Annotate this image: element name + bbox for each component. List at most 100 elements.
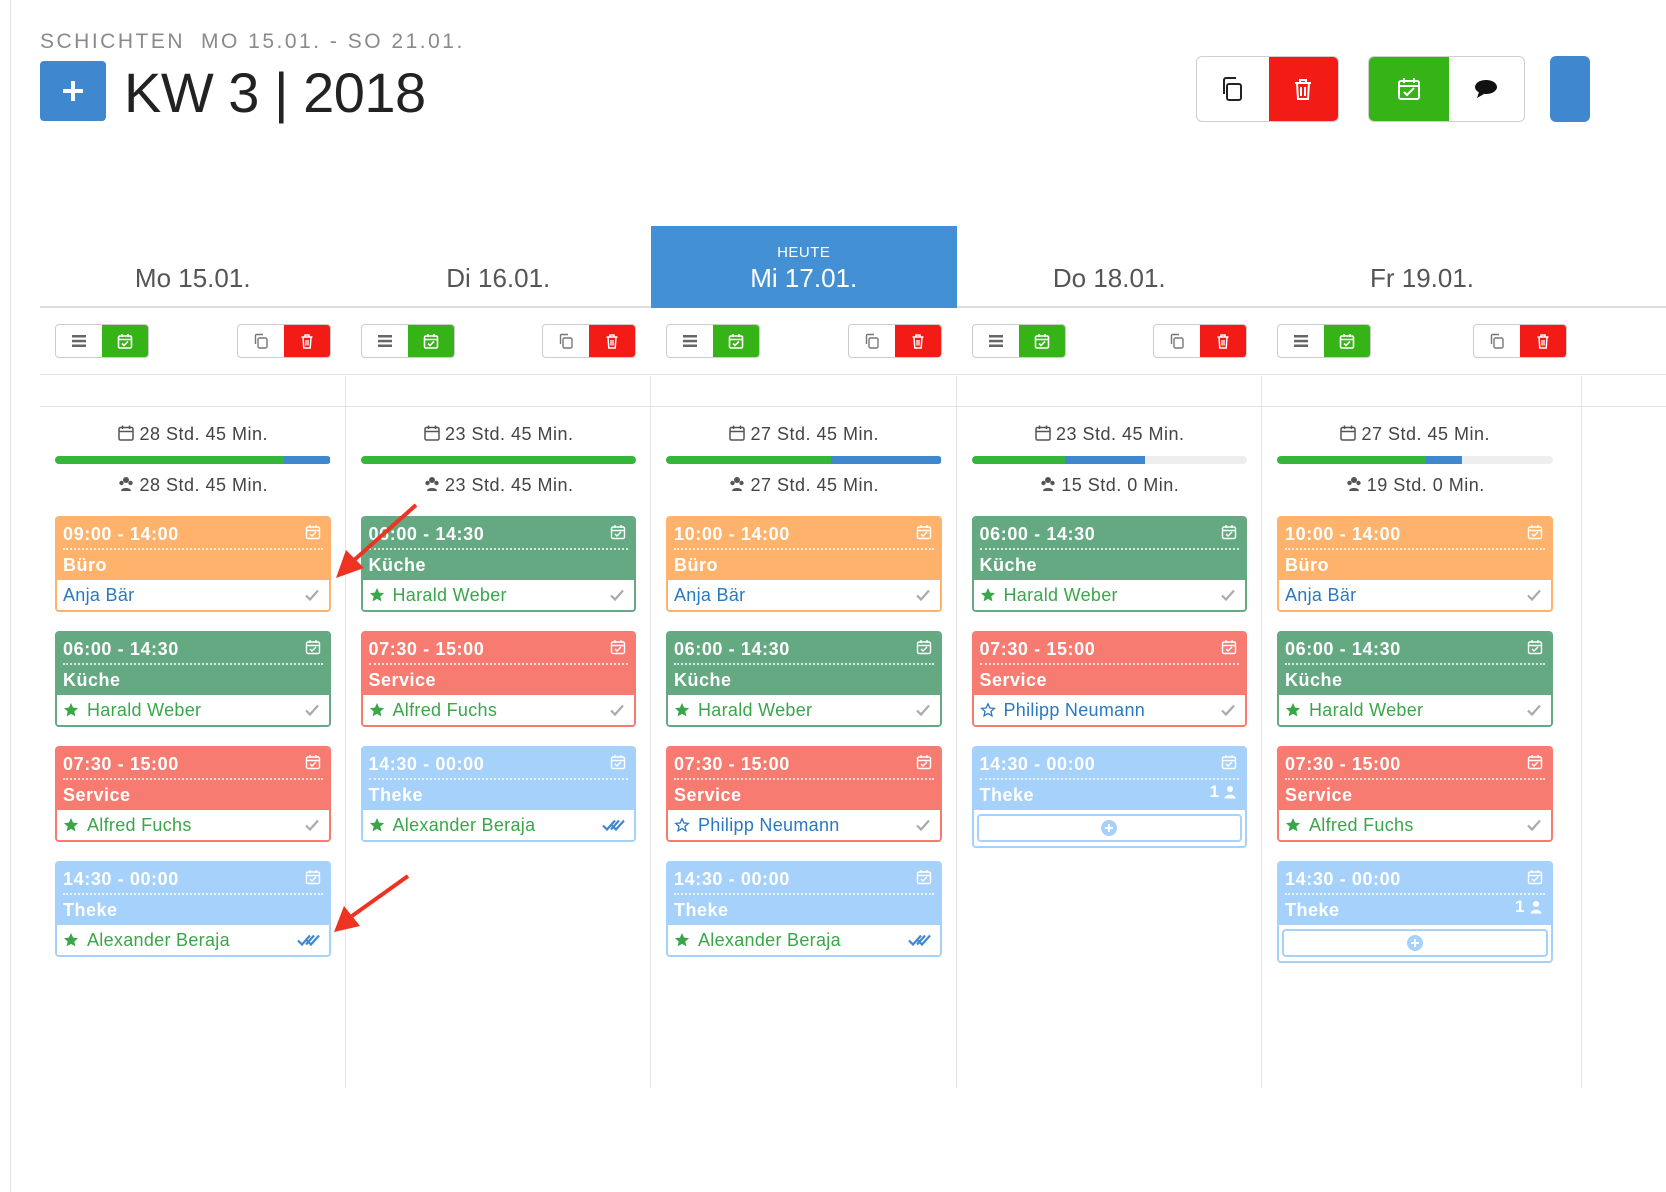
add-employee-button[interactable] [1282, 929, 1548, 957]
calendar-check-icon [1527, 525, 1542, 540]
delete-day-button[interactable] [1200, 325, 1246, 357]
copy-day-button[interactable] [1154, 325, 1200, 357]
delete-day-button[interactable] [894, 325, 941, 357]
shift-assignment[interactable]: Anja Bär [57, 580, 329, 610]
shift-assignment[interactable]: Alexander Beraja [57, 925, 329, 955]
shift-card[interactable]: 06:00 - 14:30 Küche Harald Weber [1277, 631, 1553, 727]
shift-assignment[interactable]: Harald Weber [668, 695, 940, 725]
week-grid: Mo 15.01. 28 Std. 45 Min. 28 Std. 45 Min. 0… [40, 226, 1666, 1088]
star-icon [63, 703, 79, 717]
list-view-button[interactable] [973, 325, 1019, 357]
employee-name[interactable]: Harald Weber [393, 585, 507, 606]
copy-day-button[interactable] [849, 325, 895, 357]
employee-name[interactable]: Harald Weber [1309, 700, 1423, 721]
star-icon [369, 703, 384, 717]
shift-assignment[interactable]: Alfred Fuchs [362, 695, 634, 725]
shift-card[interactable]: 14:30 - 00:00 Theke 1 [971, 746, 1247, 848]
list-view-button[interactable] [362, 325, 408, 357]
publish-day-button[interactable] [407, 325, 454, 357]
shift-assignment[interactable]: Philipp Neumann [973, 695, 1245, 725]
employee-name[interactable]: Philipp Neumann [698, 815, 840, 836]
star-icon [1285, 818, 1301, 832]
day-header[interactable]: HEUTE Mi 17.01. [651, 226, 957, 308]
employee-name[interactable]: Philipp Neumann [1004, 700, 1146, 721]
copy-week-button[interactable] [1197, 57, 1269, 121]
shift-assignment[interactable]: Harald Weber [973, 580, 1245, 610]
list-view-button[interactable] [56, 325, 102, 357]
check-icon [1526, 819, 1541, 832]
shift-card[interactable]: 14:30 - 00:00 Theke Alexander Beraja [360, 746, 636, 842]
shift-assignment[interactable]: Harald Weber [1279, 695, 1551, 725]
copy-day-button[interactable] [1474, 325, 1520, 357]
calendar-check-icon [305, 870, 320, 885]
publish-week-button[interactable] [1369, 57, 1449, 121]
employee-name[interactable]: Anja Bär [1285, 585, 1356, 606]
shift-card[interactable]: 07:30 - 15:00 Service Alfred Fuchs [360, 631, 636, 727]
plus-circle-icon [1101, 820, 1118, 836]
shift-assignment[interactable]: Alfred Fuchs [1279, 810, 1551, 840]
list-icon [377, 335, 392, 347]
shift-assignment[interactable]: Harald Weber [57, 695, 329, 725]
delete-day-button[interactable] [1520, 325, 1566, 357]
employee-name[interactable]: Harald Weber [1004, 585, 1118, 606]
shift-assignment[interactable]: Alfred Fuchs [57, 810, 329, 840]
publish-day-button[interactable] [713, 325, 759, 357]
shift-card[interactable]: 07:30 - 15:00 Service Philipp Neumann [666, 746, 942, 842]
shift-card[interactable]: 07:30 - 15:00 Service Philipp Neumann [971, 631, 1247, 727]
add-shift-button[interactable] [40, 61, 106, 121]
star-icon [369, 588, 384, 602]
shift-card[interactable]: 10:00 - 14:00 Büro Anja Bär [1277, 516, 1553, 612]
delete-day-button[interactable] [589, 325, 635, 357]
progress-assigned [1277, 456, 1426, 464]
shift-card[interactable]: 06:00 - 14:30 Küche Harald Weber [971, 516, 1247, 612]
shift-card[interactable]: 14:30 - 00:00 Theke 1 [1277, 861, 1553, 963]
publish-day-button[interactable] [1324, 325, 1370, 357]
day-header[interactable]: Di 16.01. [346, 226, 652, 308]
shift-card[interactable]: 10:00 - 14:00 Büro Anja Bär [666, 516, 942, 612]
check-icon [1526, 704, 1541, 717]
shift-assignment[interactable]: Anja Bär [1279, 580, 1551, 610]
day-header[interactable]: Fr 19.01. [1262, 226, 1582, 308]
list-view-button[interactable] [1278, 325, 1324, 357]
shift-card[interactable]: 14:30 - 00:00 Theke Alexander Beraja [666, 861, 942, 957]
day-header[interactable]: Mo 15.01. [40, 226, 346, 308]
shift-card[interactable]: 06:00 - 14:30 Küche Harald Weber [360, 516, 636, 612]
shift-header: 07:30 - 15:00 Service [668, 748, 940, 810]
delete-day-button[interactable] [283, 325, 330, 357]
delete-week-button[interactable] [1268, 57, 1338, 121]
employee-name[interactable]: Alfred Fuchs [87, 815, 192, 836]
check-icon [304, 704, 319, 717]
day-header[interactable]: Do 18.01. [957, 226, 1263, 308]
publish-day-button[interactable] [1018, 325, 1065, 357]
shift-card[interactable]: 14:30 - 00:00 Theke Alexander Beraja [55, 861, 331, 957]
shift-card[interactable]: 06:00 - 14:30 Küche Harald Weber [666, 631, 942, 727]
shift-card[interactable]: 09:00 - 14:00 Büro Anja Bär [55, 516, 331, 612]
comment-button[interactable] [1449, 57, 1524, 121]
employee-name[interactable]: Harald Weber [698, 700, 812, 721]
shift-card[interactable]: 07:30 - 15:00 Service Alfred Fuchs [1277, 746, 1553, 842]
copy-day-button[interactable] [543, 325, 589, 357]
employee-name[interactable]: Alexander Beraja [87, 930, 230, 951]
employee-name[interactable]: Alexander Beraja [393, 815, 536, 836]
employee-name[interactable]: Anja Bär [63, 585, 134, 606]
shift-header: 07:30 - 15:00 Service [1279, 748, 1551, 810]
employee-name[interactable]: Alfred Fuchs [1309, 815, 1414, 836]
shift-header: 06:00 - 14:30 Küche [1279, 633, 1551, 695]
shift-role: Service [1285, 785, 1353, 805]
shift-assignment[interactable]: Alexander Beraja [668, 925, 940, 955]
employee-name[interactable]: Anja Bär [674, 585, 745, 606]
list-view-button[interactable] [667, 325, 713, 357]
shift-assignment[interactable]: Philipp Neumann [668, 810, 940, 840]
shift-assignment[interactable]: Anja Bär [668, 580, 940, 610]
add-employee-button[interactable] [976, 814, 1242, 842]
shift-assignment[interactable]: Alexander Beraja [362, 810, 634, 840]
employee-name[interactable]: Alfred Fuchs [393, 700, 498, 721]
shift-card[interactable]: 07:30 - 15:00 Service Alfred Fuchs [55, 746, 331, 842]
employee-name[interactable]: Harald Weber [87, 700, 201, 721]
employee-name[interactable]: Alexander Beraja [698, 930, 841, 951]
shift-card[interactable]: 06:00 - 14:30 Küche Harald Weber [55, 631, 331, 727]
shift-assignment[interactable]: Harald Weber [362, 580, 634, 610]
more-button[interactable] [1550, 56, 1590, 122]
copy-day-button[interactable] [238, 325, 284, 357]
publish-day-button[interactable] [102, 325, 148, 357]
